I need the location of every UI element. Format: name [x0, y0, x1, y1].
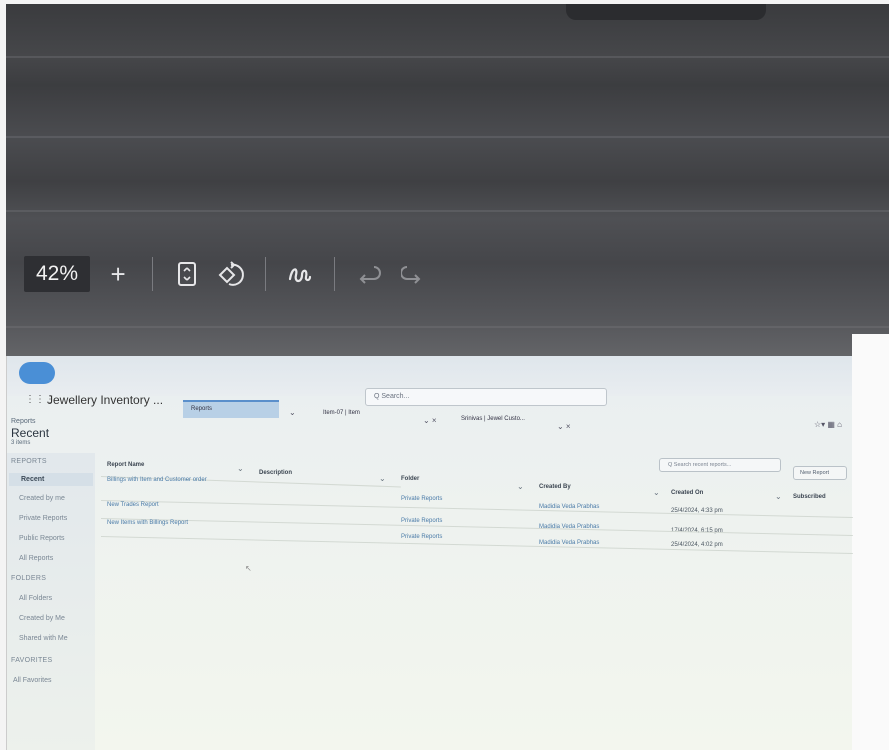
table-row	[100, 536, 853, 555]
sidebar-item-created-by-me[interactable]: Created by me	[19, 495, 65, 502]
column-header-created-by[interactable]: Created By	[539, 484, 571, 490]
bezel-band	[6, 56, 889, 58]
page-title: Recent	[11, 426, 50, 440]
folder-link[interactable]: Private Reports	[401, 534, 442, 540]
bezel-band	[6, 136, 889, 138]
column-header-created-on[interactable]: Created On	[671, 490, 703, 496]
toolbar-divider	[265, 257, 267, 291]
photo-frame: 42% + ⋮⋮⋮ Jewellery Inventory ... Q Sear…	[0, 0, 889, 750]
column-header-report-name[interactable]: Report Name	[107, 462, 144, 468]
table-row	[100, 500, 853, 519]
header-utility-icons[interactable]: ☆▾ ▦ ⌂	[814, 420, 842, 429]
folder-link[interactable]: Private Reports	[401, 496, 442, 502]
column-header-folder[interactable]: Folder	[401, 476, 419, 482]
tab-srinivas[interactable]: Srinivas | Jewel Custo...	[453, 412, 563, 430]
column-header-description[interactable]: Description	[259, 470, 292, 476]
created-by-link[interactable]: Madidia Veda Prabhas	[539, 540, 599, 546]
created-on-value: 25/4/2024, 4:02 pm	[671, 542, 723, 548]
new-report-button[interactable]: New Report	[793, 466, 847, 480]
bezel-band	[6, 326, 889, 328]
chevron-down-icon[interactable]: ⌄	[653, 488, 660, 497]
zoom-level[interactable]: 42%	[24, 256, 91, 292]
bezel-band	[6, 210, 889, 212]
app-name: Jewellery Inventory ...	[47, 393, 164, 407]
sidebar-item-recent[interactable]: Recent	[9, 473, 93, 486]
tab-reports[interactable]: Reports	[183, 400, 279, 418]
rotate-icon[interactable]	[209, 254, 253, 294]
report-name-link[interactable]: New Trades Report	[107, 502, 159, 508]
chevron-down-icon[interactable]: ⌄	[775, 492, 782, 501]
draw-icon[interactable]	[278, 254, 322, 294]
toolbar-divider	[152, 257, 154, 291]
chevron-down-icon[interactable]: ⌄	[237, 464, 244, 473]
reports-sidebar: REPORTS Recent Created by me Private Rep…	[7, 453, 95, 750]
undo-icon[interactable]	[347, 254, 391, 294]
created-by-link[interactable]: Madidia Veda Prabhas	[539, 504, 599, 510]
sidebar-heading-folders: FOLDERS	[11, 575, 47, 582]
column-header-subscribed[interactable]: Subscribed	[793, 494, 826, 500]
monitor-bezel	[6, 4, 889, 374]
sidebar-item-created-by-me-folders[interactable]: Created by Me	[19, 615, 65, 622]
global-search-input[interactable]: Q Search...	[365, 388, 607, 406]
chevron-down-icon[interactable]: ⌄	[517, 482, 524, 491]
sidebar-heading-favorites: FAVORITES	[11, 657, 53, 664]
salesforce-screen: ⋮⋮⋮ Jewellery Inventory ... Q Search... …	[6, 356, 853, 750]
zoom-in-button[interactable]: +	[96, 254, 140, 294]
tab-item-07[interactable]: Item-07 | Item	[315, 406, 423, 424]
background-wall	[852, 334, 889, 750]
item-count: 3 items	[11, 440, 31, 446]
search-recent-reports-input[interactable]: Q Search recent reports...	[659, 458, 781, 472]
sidebar-item-all-favorites[interactable]: All Favorites	[13, 677, 52, 684]
sidebar-item-public-reports[interactable]: Public Reports	[19, 535, 65, 542]
redo-icon[interactable]	[391, 254, 435, 294]
sidebar-item-all-reports[interactable]: All Reports	[19, 555, 53, 562]
chevron-down-icon[interactable]: ⌄ ×	[423, 416, 437, 425]
sidebar-item-all-folders[interactable]: All Folders	[19, 595, 52, 602]
report-name-link[interactable]: Billings with Item and Customer order	[107, 476, 247, 484]
zoom-toolbar: 42% +	[24, 254, 435, 294]
mouse-cursor-icon: ↖	[245, 564, 252, 573]
salesforce-cloud-icon[interactable]	[19, 362, 55, 384]
chevron-down-icon[interactable]: ⌄	[379, 474, 386, 483]
table-row	[100, 518, 853, 537]
chevron-down-icon[interactable]: ⌄	[289, 408, 296, 417]
sidebar-heading-reports: REPORTS	[11, 458, 47, 465]
toolbar-divider	[334, 257, 336, 291]
fit-page-icon[interactable]	[165, 254, 209, 294]
folder-link[interactable]: Private Reports	[401, 518, 442, 524]
breadcrumb: Reports	[11, 418, 36, 425]
chevron-down-icon[interactable]: ⌄ ×	[557, 422, 571, 431]
sidebar-item-private-reports[interactable]: Private Reports	[19, 515, 67, 522]
sidebar-item-shared-with-me[interactable]: Shared with Me	[19, 635, 68, 642]
report-name-link[interactable]: New Items with Billings Report	[107, 520, 188, 526]
bezel-notch	[566, 4, 766, 20]
